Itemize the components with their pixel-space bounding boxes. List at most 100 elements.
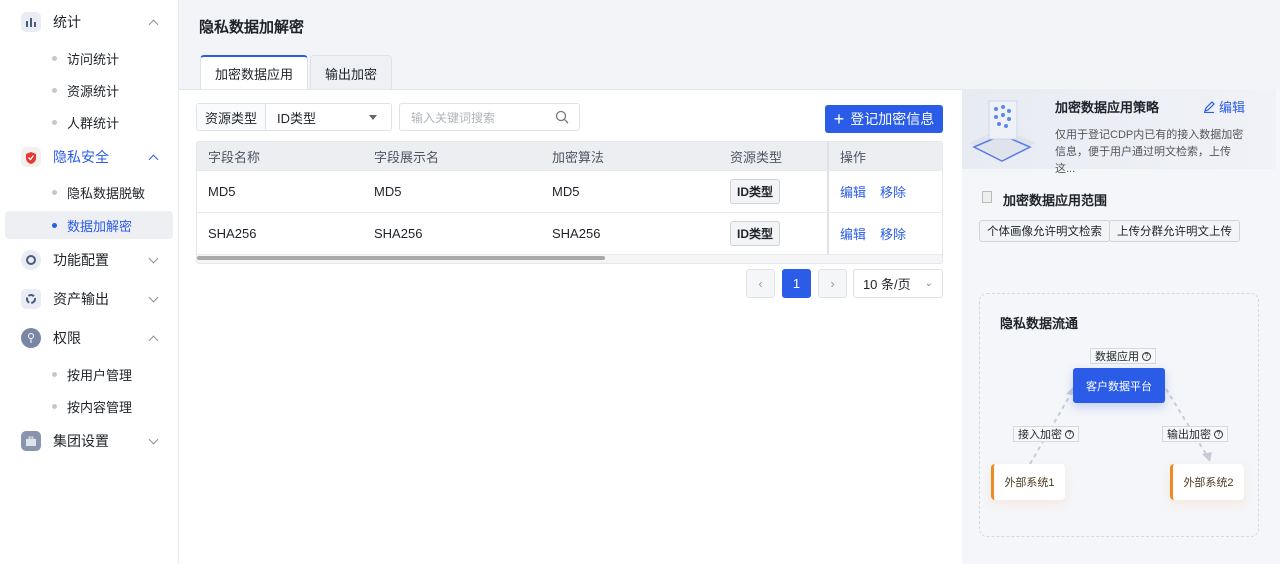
policy-title: 加密数据应用策略 [1055, 100, 1160, 115]
nav-group-privacy[interactable]: 隐私安全 [0, 138, 179, 176]
flow-arrows [1029, 386, 1212, 465]
chevron-up-icon [148, 19, 159, 30]
tab-output-encryption[interactable]: 输出加密 [310, 55, 393, 90]
nav-group-config[interactable]: 功能配置 [0, 241, 179, 279]
chevron-down-icon [148, 253, 159, 264]
scope-chip: 个体画像允许明文检索 [979, 220, 1110, 242]
resource-type-select[interactable]: 资源类型 ID类型 [196, 103, 392, 131]
data-app-label: 数据应用? [1090, 348, 1156, 364]
ingest-encryption-label: 接入加密? [1013, 426, 1079, 442]
search-placeholder: 输入关键词搜索 [411, 110, 496, 125]
cell-algo: MD5 [552, 184, 580, 199]
data-cube-illustration [969, 100, 1036, 162]
register-encryption-button[interactable]: + 登记加密信息 [825, 105, 943, 133]
document-icon [982, 191, 992, 203]
nav-group-permissions[interactable]: 权限 [0, 319, 179, 357]
type-tag: ID类型 [730, 179, 781, 204]
cell-display: MD5 [374, 184, 402, 199]
tab-encrypted-data-app[interactable]: 加密数据应用 [200, 55, 309, 90]
edit-link[interactable]: 编辑 [840, 182, 866, 201]
column-header: 操作 [827, 142, 942, 170]
cell-name: SHA256 [208, 226, 257, 241]
table-header: 字段名称 字段展示名 加密算法 资源类型 操作 [197, 142, 942, 171]
briefcase-icon [21, 431, 41, 451]
page-size-select[interactable]: 10 条/页 ⌄ [853, 269, 943, 298]
search-icon[interactable] [555, 110, 569, 124]
help-icon[interactable]: ? [1214, 429, 1223, 439]
nav-item-by-user[interactable]: 按用户管理 [5, 360, 173, 388]
chevron-down-icon [148, 434, 159, 445]
nav-item-label: 人群统计 [67, 115, 120, 131]
remove-link[interactable]: 移除 [880, 182, 906, 201]
column-header: 加密算法 [552, 149, 605, 165]
prev-page-button[interactable]: ‹ [746, 269, 775, 298]
chevron-down-icon [148, 292, 159, 303]
caret-down-icon [369, 114, 377, 120]
nav-label: 功能配置 [53, 252, 109, 268]
help-icon[interactable]: ? [1065, 429, 1074, 439]
nav-label: 统计 [53, 14, 81, 30]
main-panel: 资源类型 ID类型 输入关键词搜索 + 登记加密信息 字段名称 字段展示名 加密… [179, 89, 962, 564]
column-header: 字段名称 [208, 149, 261, 165]
type-tag: ID类型 [730, 221, 781, 246]
external-system-2-node: 外部系统2 [1170, 464, 1244, 500]
nav-item-label: 访问统计 [67, 51, 120, 67]
edit-label: 编辑 [1219, 100, 1246, 115]
encryption-table: 字段名称 字段展示名 加密算法 资源类型 操作 MD5 MD5 MD5 ID类型… [196, 141, 943, 264]
button-label: 登记加密信息 [850, 111, 935, 127]
nav-item-encryption[interactable]: 数据加解密 [5, 211, 173, 239]
nav-item-by-content[interactable]: 按内容管理 [5, 392, 173, 420]
horizontal-scrollbar[interactable] [197, 255, 942, 263]
cdp-node: 客户数据平台 [1073, 368, 1165, 403]
nav-item-label: 按内容管理 [67, 399, 133, 415]
nav-group-stats[interactable]: 统计 [0, 3, 179, 41]
column-header: 字段展示名 [374, 149, 440, 165]
nav-item-label: 数据加解密 [67, 218, 133, 234]
table-row: MD5 MD5 MD5 ID类型 编辑 移除 [197, 171, 942, 213]
nav-label: 集团设置 [53, 433, 109, 449]
page-1-button[interactable]: 1 [782, 269, 811, 298]
nav-item-resource-stats[interactable]: 资源统计 [5, 76, 173, 104]
cell-algo: SHA256 [552, 226, 601, 241]
nav-group-group-settings[interactable]: 集团设置 [0, 422, 179, 460]
page-title: 隐私数据加解密 [199, 19, 305, 36]
scope-title: 加密数据应用范围 [1003, 193, 1108, 208]
nav-item-visit-stats[interactable]: 访问统计 [5, 44, 173, 72]
asset-output-icon [21, 289, 41, 309]
help-icon[interactable]: ? [1142, 351, 1151, 361]
nav-item-label: 资源统计 [67, 83, 120, 99]
pencil-icon [1204, 100, 1215, 113]
nav-label: 隐私安全 [53, 149, 109, 165]
sidebar: 统计 访问统计 资源统计 人群统计 隐私安全 隐私数据脱敏 数据加解密 功能配置… [0, 0, 179, 564]
nav-label: 权限 [53, 330, 81, 346]
gear-icon [21, 250, 41, 270]
search-input[interactable]: 输入关键词搜索 [399, 103, 580, 131]
remove-link[interactable]: 移除 [880, 224, 906, 243]
nav-item-crowd-stats[interactable]: 人群统计 [5, 108, 173, 136]
column-header: 资源类型 [730, 149, 783, 165]
cell-display: SHA256 [374, 226, 423, 241]
bar-chart-icon [21, 12, 41, 32]
filter-label: 资源类型 [197, 104, 266, 130]
next-page-button[interactable]: › [818, 269, 847, 298]
chevron-up-icon [148, 154, 159, 165]
chevron-down-icon: ⌄ [924, 278, 934, 289]
policy-edit-button[interactable]: 编辑 [1203, 97, 1245, 116]
policy-description: 仅用于登记CDP内已有的接入数据加密信息，便于用户通过明文检索，上传这... [1055, 129, 1244, 175]
info-panel: 加密数据应用策略 编辑 仅用于登记CDP内已有的接入数据加密信息，便于用户通过明… [962, 89, 1280, 564]
nav-group-asset-output[interactable]: 资产输出 [0, 280, 179, 318]
scope-chip: 上传分群允许明文上传 [1109, 220, 1240, 242]
privacy-flow-diagram: 隐私数据流通 数据应用? 客户数据平台 接入加密? 输出加密? 外部系统1 外部… [979, 293, 1259, 537]
nav-item-label: 隐私数据脱敏 [67, 185, 146, 201]
cell-name: MD5 [208, 184, 236, 199]
policy-card: 加密数据应用策略 编辑 仅用于登记CDP内已有的接入数据加密信息，便于用户通过明… [962, 89, 1276, 175]
privacy-shield-icon [21, 147, 41, 167]
plus-icon: + [833, 109, 845, 129]
nav-item-label: 按用户管理 [67, 367, 133, 383]
table-row: SHA256 SHA256 SHA256 ID类型 编辑 移除 [197, 213, 942, 255]
filter-value: ID类型 [277, 110, 317, 126]
chevron-up-icon [148, 335, 159, 346]
page-size-value: 10 条/页 [862, 277, 911, 292]
edit-link[interactable]: 编辑 [840, 224, 866, 243]
nav-item-data-masking[interactable]: 隐私数据脱敏 [5, 178, 173, 206]
